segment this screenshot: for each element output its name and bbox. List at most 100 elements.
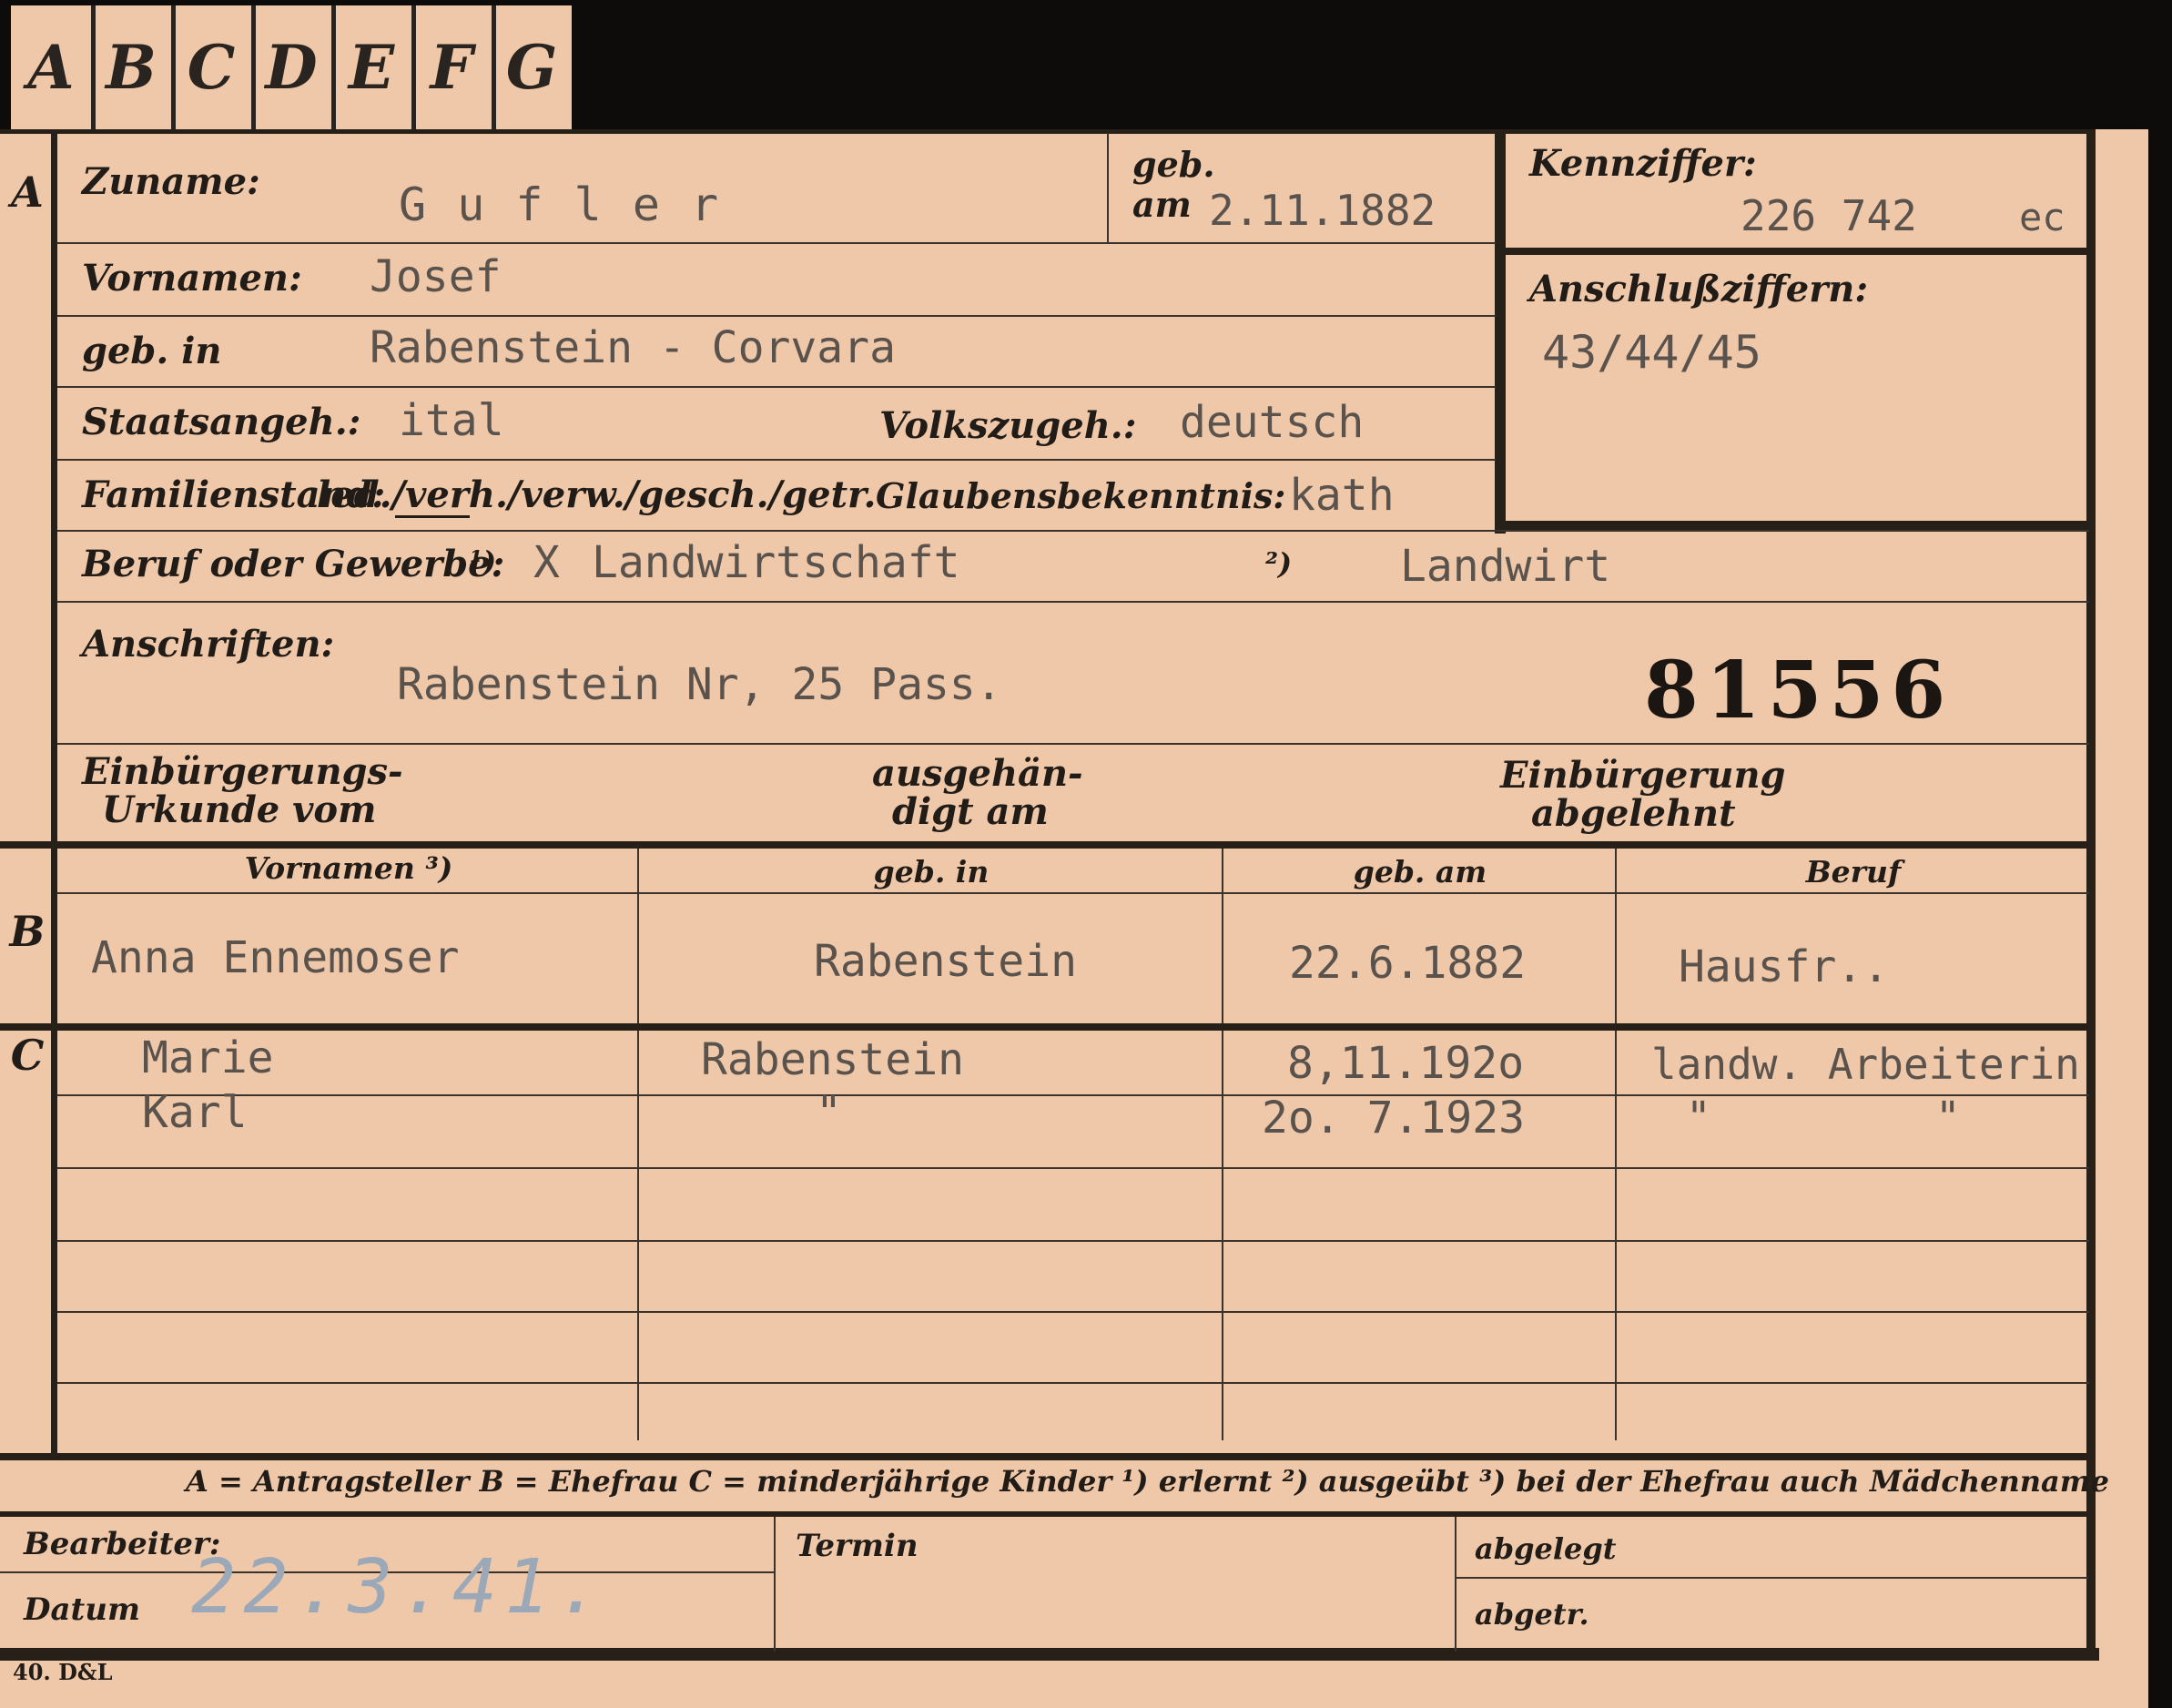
frame-left-inner [51,129,57,1455]
row-line-1 [57,242,1496,244]
legend-top-line [0,1453,2094,1460]
kind1-vornamen: Marie [142,1032,274,1083]
tab-d[interactable]: D [251,5,336,129]
kennziffer-label: Kennziffer: [1529,142,1757,185]
row-line-4 [57,459,1496,461]
section-b-c-separator [0,1023,2094,1031]
footer-divider-1 [774,1517,776,1652]
footer-divider-2 [1455,1517,1456,1652]
kind2-vornamen: Karl [142,1087,248,1138]
am-label: am [1132,184,1192,225]
zuname-value: G u f l e r [399,178,721,231]
section-a-b-separator [0,841,2094,849]
einbuergerungs-urkunde-label-1: Einbürgerungs- [82,750,403,793]
kind2-beruf: " [1686,1093,1711,1142]
vornamen-label: Vornamen: [82,257,302,300]
note1-marker: ¹) [470,544,497,579]
staatsangeh-label: Staatsangeh.: [82,401,361,443]
header-vornamen: Vornamen ³) [244,850,453,886]
volkszugeh-value: deutsch [1180,397,1365,448]
kind1-geb-in: Rabenstein [701,1034,964,1085]
c-row-line-1 [57,1094,2089,1096]
row-line-7 [57,743,2089,745]
kennziffer-value: 226 742 [1741,191,1917,240]
c-row-line-4 [57,1311,2089,1313]
beruf-label: Beruf oder Gewerbe: [82,543,505,585]
familienstand-options: led./verh./verw./gesch./getr. [317,473,877,516]
ausgehaendigt-label-2: digt am [892,790,1049,833]
ehefrau-geb-in: Rabenstein [814,936,1077,987]
geb-in-label: geb. in [82,330,222,372]
geb-in-value: Rabenstein - Corvara [370,322,896,373]
zuname-label: Zuname: [82,160,260,203]
geb-label: geb. [1132,144,1215,185]
row-line-5 [57,530,2089,532]
ehefrau-beruf: Hausfr.. [1679,941,1890,992]
card-number: 81556 [1644,645,1954,737]
beruf-erlernt-cross: X [533,537,560,588]
row-line-3 [57,386,1496,388]
kennziffer-suffix: ec [2019,195,2065,239]
staatsangeh-value: ital [399,395,504,446]
glaubensbekenntnis-value: kath [1289,470,1395,521]
legend-text: A = Antragsteller B = Ehefrau C = minder… [186,1464,2109,1499]
letter-tabs: A B C D E F G [11,5,572,133]
verh-underline [395,515,470,518]
vornamen-value: Josef [370,251,502,302]
tab-a[interactable]: A [11,5,96,129]
beruf-ausgeuebt-value: Landwirt [1400,541,1611,592]
frame-top [0,129,2094,134]
ehefrau-geb-am: 22.6.1882 [1289,938,1527,989]
einbuergerung-abgelehnt-label-1: Einbürgerung [1500,754,1786,797]
kennziffer-separator [1506,248,2088,255]
einbuergerung-abgelehnt-label-2: abgelehnt [1531,792,1736,835]
glaubensbekenntnis-label: Glaubensbekenntnis: [876,475,1286,516]
abgetr-label: abgetr. [1475,1597,1589,1632]
beruf-erlernt-value: Landwirtschaft [592,537,960,588]
tab-b[interactable]: B [91,5,176,129]
termin-label: Termin [796,1528,919,1564]
ausgehaendigt-label-1: ausgehän- [872,752,1083,795]
column-divider-1 [637,849,639,1440]
kind2-geb-am: 2o. 7.1923 [1262,1093,1525,1144]
datum-label: Datum [24,1591,140,1628]
anschlussziffern-label: Anschlußziffern: [1529,268,1869,310]
legend-bottom-line [0,1511,2094,1517]
c-row-line-3 [57,1240,2089,1242]
section-b-marker: B [9,907,46,956]
section-c-marker: C [10,1031,45,1080]
frame-right [2086,129,2096,1659]
geb-am-value: 2.11.1882 [1209,186,1436,235]
row-line-2 [57,315,1496,317]
abgelegt-line [1456,1577,2088,1579]
kennziffer-box-left [1495,133,1506,534]
column-divider-3 [1615,849,1617,1440]
abgelegt-label: abgelegt [1475,1531,1617,1566]
frame-bottom [0,1648,2099,1661]
tab-g[interactable]: G [492,5,572,129]
datum-handwritten: 22.3.41. [191,1544,609,1631]
tab-c[interactable]: C [171,5,256,129]
kind2-beruf-ditto: " [1935,1093,1961,1142]
einbuergerungs-urkunde-label-2: Urkunde vom [102,788,377,831]
anschrift-value: Rabenstein Nr, 25 Pass. [397,659,1002,710]
section-a-marker: A [11,168,44,217]
kennziffer-box-bottom [1506,521,2088,530]
kind2-geb-in: " [816,1087,842,1138]
tab-e[interactable]: E [331,5,416,129]
printer-mark: 40. D&L [13,1659,113,1685]
kind1-beruf: landw. Arbeiterin [1651,1040,2080,1089]
header-geb-am: geb. am [1353,854,1487,890]
anschriften-label: Anschriften: [82,623,335,666]
header-bottom-line [57,892,2089,894]
anschlussziffern-value: 43/44/45 [1542,326,1761,379]
header-beruf: Beruf [1805,854,1902,890]
volkszugeh-label: Volkszugeh.: [879,404,1137,447]
note2-marker: ²) [1265,546,1293,581]
column-divider-2 [1222,849,1223,1440]
c-row-line-5 [57,1382,2089,1384]
c-row-line-2 [57,1167,2089,1169]
tab-f[interactable]: F [411,5,496,129]
row-line-6 [57,601,2089,603]
header-geb-in: geb. in [873,854,990,890]
